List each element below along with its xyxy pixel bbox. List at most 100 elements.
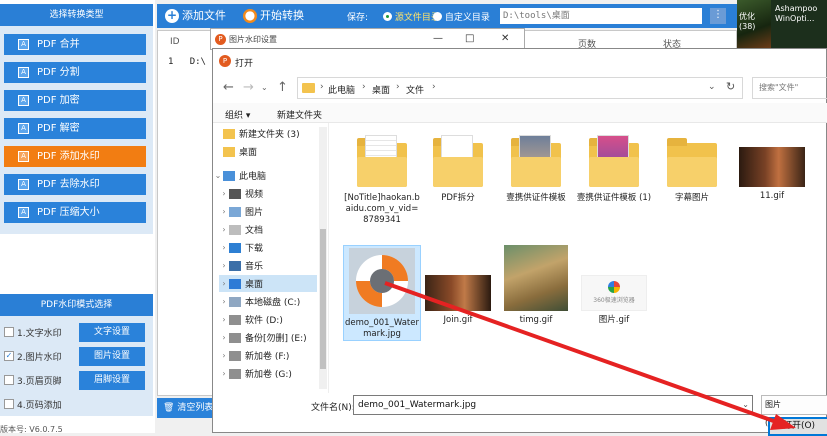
chevron-right-icon: › bbox=[222, 297, 226, 306]
minimize-icon[interactable]: — bbox=[433, 33, 443, 44]
type-pdf-remove-watermark[interactable]: A PDF 去除水印 bbox=[4, 174, 146, 195]
start-convert-button[interactable]: ● 开始转换 bbox=[239, 6, 308, 26]
image-thumbnail: 360极速浏览器 bbox=[581, 275, 647, 311]
tree-item[interactable]: 新建文件夹 (3) bbox=[223, 125, 317, 142]
type-pdf-add-watermark[interactable]: A PDF 添加水印 bbox=[4, 146, 146, 167]
tree-item[interactable]: › 图片 bbox=[219, 203, 317, 220]
type-pdf-merge[interactable]: A PDF 合并 bbox=[4, 34, 146, 55]
address-bar[interactable]: › 此电脑 › 桌面 › 文件 › ⌄ ↻ bbox=[297, 77, 743, 99]
tree-item[interactable]: › 本地磁盘 (C:) bbox=[219, 293, 317, 310]
convert-type-header: 选择转换类型 bbox=[0, 4, 153, 26]
file-label: 图片.gif bbox=[598, 315, 630, 325]
tree-item[interactable]: › 音乐 bbox=[219, 257, 317, 274]
chevron-right-icon: › bbox=[362, 82, 366, 92]
table-row[interactable]: 1 D:\ bbox=[168, 57, 206, 67]
save-source-radio[interactable]: 源文件目录 bbox=[383, 10, 440, 23]
forward-icon[interactable]: → bbox=[243, 77, 254, 99]
folder-icon bbox=[667, 135, 717, 187]
convert-type-list: A PDF 合并 A PDF 分割 A PDF 加密 A PDF 解密 A PDF 添加水… bbox=[0, 26, 153, 234]
chevron-right-icon: › bbox=[222, 225, 226, 234]
organize-menu[interactable]: 组织 ▾ bbox=[225, 108, 250, 121]
file-label: demo_001_Watermark.jpg bbox=[345, 318, 419, 339]
chevron-right-icon: › bbox=[222, 243, 226, 252]
file-label: [NoTitle]haokan.baidu.com_v_vid=8789341 bbox=[344, 193, 420, 225]
header-footer-settings-button[interactable]: 眉脚设置 bbox=[79, 370, 145, 390]
tree-item[interactable]: › 视频 bbox=[219, 185, 317, 202]
tree-item[interactable]: 桌面 bbox=[223, 143, 317, 160]
tree-item[interactable]: ⌄ 此电脑 bbox=[213, 167, 317, 184]
file-item[interactable]: timg.gif bbox=[497, 245, 575, 326]
tree-item[interactable]: › 软件 (D:) bbox=[219, 311, 317, 328]
mode-checkbox[interactable] bbox=[4, 327, 14, 337]
mode-checkbox-checked[interactable]: ✓ bbox=[4, 351, 14, 361]
file-item[interactable]: PDF拆分 bbox=[419, 135, 497, 204]
dialog-title: 打开 bbox=[235, 59, 254, 69]
text-settings-button[interactable]: 文字设置 bbox=[79, 322, 145, 342]
mode-checkbox[interactable] bbox=[4, 399, 14, 409]
tree-item[interactable]: › 新加卷 (G:) bbox=[219, 365, 317, 382]
breadcrumb-item[interactable]: 桌面 bbox=[372, 83, 390, 96]
file-label: 壹携供证件模板 bbox=[506, 193, 566, 203]
tree-item[interactable]: › 备份[勿删] (E:) bbox=[219, 329, 317, 346]
type-pdf-compress[interactable]: A PDF 压缩大小 bbox=[4, 202, 146, 223]
file-item-selected[interactable]: demo_001_Watermark.jpg bbox=[343, 245, 421, 341]
lifebuoy-graphic bbox=[356, 255, 408, 307]
tree-item[interactable]: › 新加卷 (F:) bbox=[219, 347, 317, 364]
desktop-background: 优化 (38) Ashampoo WinOpti... bbox=[737, 0, 827, 52]
filename-label: 文件名(N): bbox=[311, 403, 355, 413]
image-settings-button[interactable]: 图片设置 bbox=[79, 346, 145, 366]
close-icon[interactable]: ✕ bbox=[501, 33, 509, 44]
chevron-down-icon[interactable]: ⌄ bbox=[742, 396, 749, 414]
desktop-label: (38) bbox=[739, 22, 756, 31]
add-file-button[interactable]: + 添加文件 bbox=[161, 6, 230, 26]
maximize-icon[interactable]: □ bbox=[465, 33, 474, 44]
browse-button[interactable]: ⋮ bbox=[710, 8, 726, 24]
chevron-right-icon: › bbox=[222, 333, 226, 342]
refresh-icon[interactable]: ↻ bbox=[726, 80, 735, 93]
chevron-down-icon[interactable]: ⌄ bbox=[708, 82, 716, 92]
breadcrumb-item[interactable]: 此电脑 bbox=[328, 83, 355, 96]
type-pdf-decrypt[interactable]: A PDF 解密 bbox=[4, 118, 146, 139]
scrollbar-thumb[interactable] bbox=[320, 229, 326, 369]
open-button[interactable]: 打开(O) bbox=[768, 417, 827, 436]
chevron-right-icon: › bbox=[222, 261, 226, 270]
chevron-right-icon: › bbox=[222, 189, 226, 198]
file-item[interactable]: 壹携供证件模板 bbox=[497, 135, 575, 204]
mode-label: 1.文字水印 bbox=[17, 328, 62, 339]
desktop-label: 优化 bbox=[739, 12, 755, 21]
mode-checkbox[interactable] bbox=[4, 375, 14, 385]
tree-item[interactable]: › 下载 bbox=[219, 239, 317, 256]
watermark-mode-image: ✓ 2.图片水印 图片设置 bbox=[4, 346, 146, 366]
save-custom-radio[interactable]: 自定义目录 bbox=[433, 10, 490, 23]
browser-logo-icon bbox=[608, 281, 620, 293]
new-folder-button[interactable]: 新建文件夹 bbox=[277, 108, 322, 121]
file-item[interactable]: 360极速浏览器 图片.gif bbox=[575, 245, 653, 326]
file-item[interactable]: Join.gif bbox=[419, 245, 497, 326]
file-item[interactable]: 11.gif bbox=[733, 135, 811, 202]
file-item[interactable]: 壹携供证件模板 (1) bbox=[575, 135, 653, 204]
back-icon[interactable]: ← bbox=[223, 77, 234, 99]
pdf-icon: A bbox=[18, 207, 29, 218]
type-label: PDF 压缩大小 bbox=[37, 207, 100, 218]
chevron-down-icon[interactable]: ⌄ bbox=[261, 77, 268, 99]
type-pdf-split[interactable]: A PDF 分割 bbox=[4, 62, 146, 83]
tree-label: 备份[勿删] (E:) bbox=[245, 334, 307, 344]
tree-label: 音乐 bbox=[245, 262, 264, 272]
tree-item[interactable]: › 文档 bbox=[219, 221, 317, 238]
search-input[interactable]: 搜索"文件" bbox=[752, 77, 827, 99]
up-icon[interactable]: ↑ bbox=[277, 77, 288, 99]
save-path-field[interactable]: D:\tools\桌面 bbox=[500, 8, 702, 24]
file-item[interactable]: [NoTitle]haokan.baidu.com_v_vid=8789341 bbox=[343, 135, 421, 226]
breadcrumb-item[interactable]: 文件 bbox=[406, 83, 424, 96]
dialog-title: 图片水印设置 bbox=[229, 35, 277, 44]
filename-input[interactable]: demo_001_Watermark.jpg ⌄ bbox=[353, 395, 753, 415]
type-pdf-encrypt[interactable]: A PDF 加密 bbox=[4, 90, 146, 111]
picture-icon bbox=[229, 206, 241, 217]
watermark-mode-header: PDF水印模式选择 bbox=[0, 294, 153, 316]
filetype-select[interactable]: 图片 (*.jpg;*.jpg bbox=[761, 395, 827, 427]
tree-scrollbar[interactable] bbox=[319, 127, 327, 389]
file-item[interactable]: 字幕图片 bbox=[653, 135, 731, 204]
tree-item-selected[interactable]: › 桌面 bbox=[219, 275, 317, 292]
chevron-right-icon: › bbox=[396, 82, 400, 92]
clear-list-button[interactable]: 🗑 清空列表 bbox=[157, 398, 215, 418]
